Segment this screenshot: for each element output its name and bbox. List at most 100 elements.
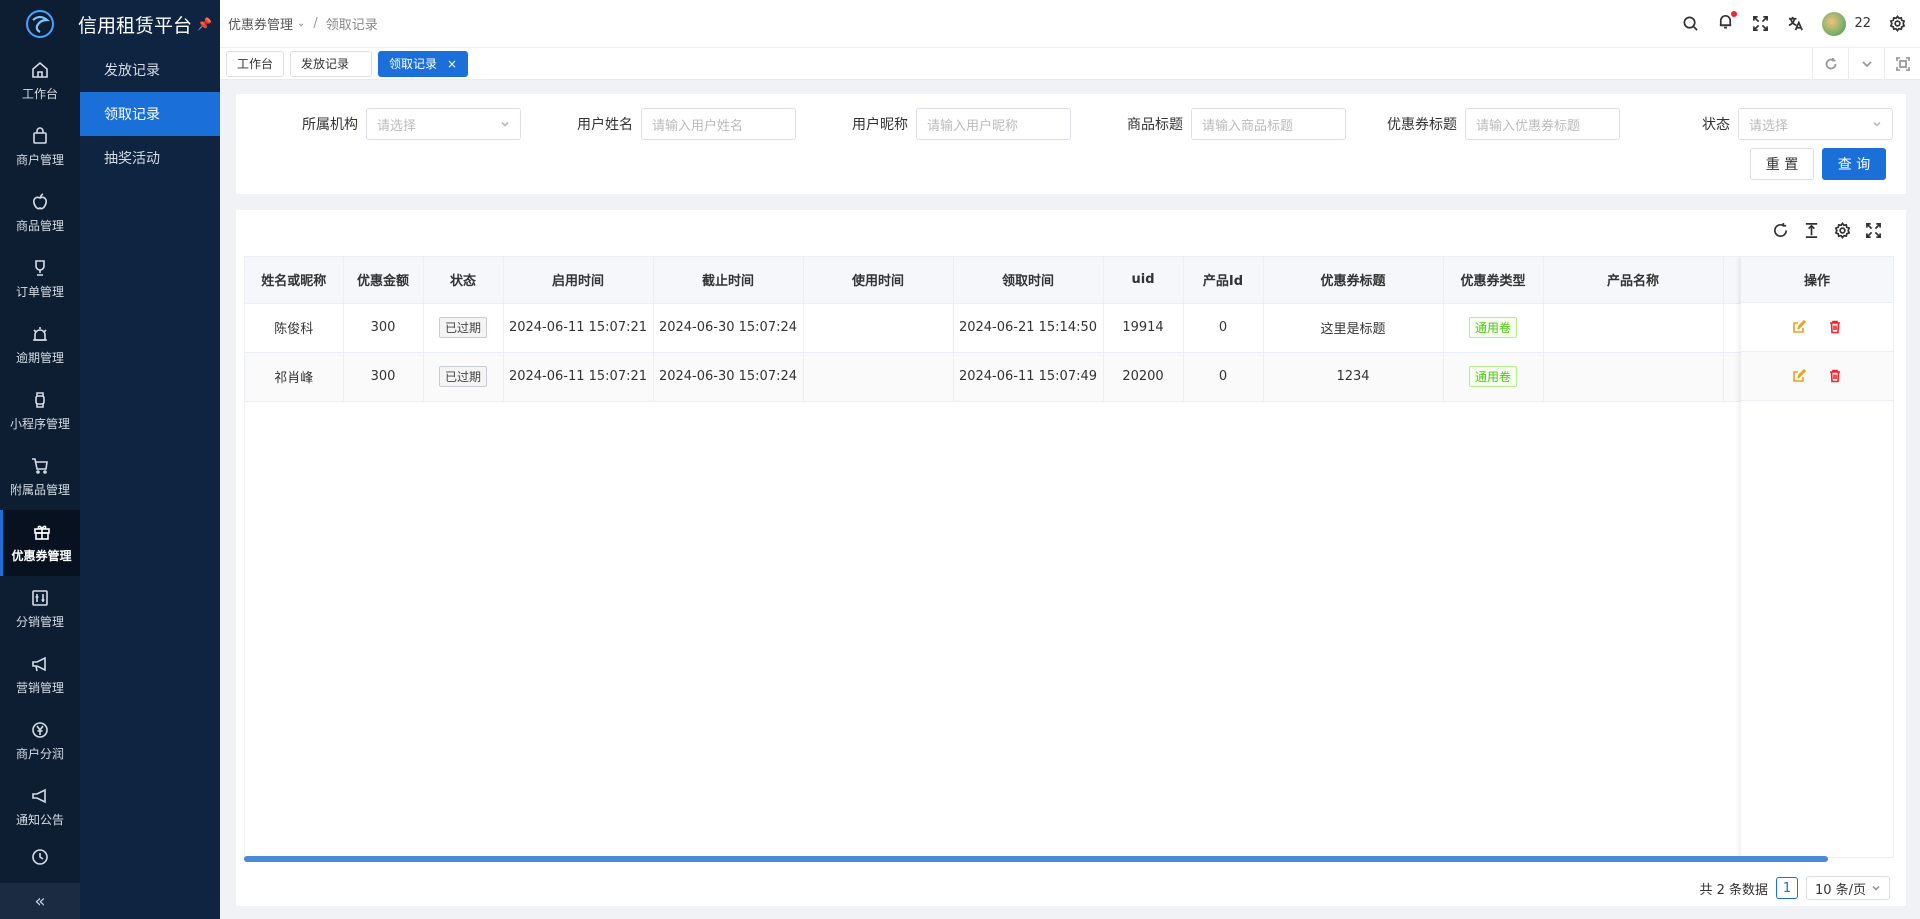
status-select[interactable]: 请选择 bbox=[1738, 108, 1893, 140]
tab-receive-records[interactable]: 领取记录 × bbox=[378, 50, 469, 77]
org-select[interactable]: 请选择 bbox=[366, 108, 521, 140]
logo bbox=[0, 0, 80, 48]
breadcrumb-parent[interactable]: 优惠券管理 bbox=[228, 14, 293, 33]
cell-product-name bbox=[1543, 303, 1724, 353]
settings-gear-icon[interactable] bbox=[1834, 222, 1851, 239]
reset-button[interactable]: 重 置 bbox=[1750, 148, 1814, 180]
rail-item-profit[interactable]: 商户分润 bbox=[0, 708, 80, 774]
rail-item-orders[interactable]: 订单管理 bbox=[0, 246, 80, 312]
collapse-sidebar-button[interactable]: « bbox=[0, 883, 80, 919]
rail-item-coupons[interactable]: 优惠券管理 bbox=[0, 510, 80, 576]
fullscreen-icon[interactable] bbox=[1865, 222, 1882, 239]
notice-icon bbox=[32, 788, 46, 803]
refresh-tab-button[interactable] bbox=[1812, 47, 1848, 80]
app-title: 信用租赁平台 bbox=[78, 14, 193, 37]
cell-amount: 300 bbox=[343, 352, 424, 402]
rail-item-workbench[interactable]: 工作台 bbox=[0, 48, 80, 114]
operations-column: 操作 bbox=[1741, 257, 1893, 857]
subnav-item-issue-records[interactable]: 发放记录 bbox=[80, 48, 220, 92]
column-header[interactable]: 状态 bbox=[423, 257, 504, 304]
rail-item-marketing[interactable]: 营销管理 bbox=[0, 642, 80, 708]
column-header[interactable]: uid bbox=[1103, 257, 1184, 304]
tab-workbench[interactable]: 工作台 bbox=[226, 50, 285, 77]
filter-panel: 所属机构 请选择 用户姓名 请输入用户姓名 用户昵称 请输入用户昵称 商品标题 … bbox=[236, 94, 1906, 194]
sub-sidebar: 信用租赁平台 📌 发放记录 领取记录 抽奖活动 bbox=[78, 0, 220, 919]
search-icon[interactable] bbox=[1682, 15, 1699, 32]
column-height-icon[interactable] bbox=[1803, 222, 1820, 239]
rail-item-accessories[interactable]: 附属品管理 bbox=[0, 444, 80, 510]
fullscreen-icon[interactable] bbox=[1752, 15, 1769, 32]
cell-uid: 20200 bbox=[1103, 352, 1184, 402]
table-row[interactable]: 陈俊科 300 已过期 2024-06-11 15:07:21 2024-06-… bbox=[245, 303, 1744, 353]
subnav-item-lottery[interactable]: 抽奖活动 bbox=[80, 136, 220, 180]
apple-icon bbox=[33, 192, 47, 209]
column-header[interactable]: 启用时间 bbox=[503, 257, 654, 304]
column-header[interactable]: 姓名或昵称 bbox=[245, 257, 344, 304]
coupon-title-input[interactable]: 请输入优惠券标题 bbox=[1465, 108, 1620, 140]
table-row[interactable]: 祁肖峰 300 已过期 2024-06-11 15:07:21 2024-06-… bbox=[245, 352, 1744, 402]
delete-icon[interactable] bbox=[1828, 369, 1842, 383]
user-name[interactable]: 22 bbox=[1854, 16, 1871, 31]
cell-status: 已过期 bbox=[423, 352, 504, 402]
edit-icon[interactable] bbox=[1792, 320, 1806, 334]
settings-gear-icon[interactable] bbox=[1889, 15, 1906, 32]
avatar[interactable] bbox=[1822, 11, 1847, 36]
pin-icon[interactable]: 📌 bbox=[197, 17, 212, 31]
table-panel: 姓名或昵称 优惠金额 状态 启用时间 截止时间 使用时间 领取时间 uid 产品… bbox=[236, 210, 1906, 906]
edit-icon[interactable] bbox=[1792, 369, 1806, 383]
alarm-icon bbox=[33, 326, 47, 341]
column-header[interactable]: 优惠金额 bbox=[343, 257, 424, 304]
column-header[interactable]: 使用时间 bbox=[803, 257, 954, 304]
column-header[interactable]: 领取时间 bbox=[953, 257, 1104, 304]
rail-item-overdue[interactable]: 逾期管理 bbox=[0, 312, 80, 378]
page-button-current[interactable]: 1 bbox=[1776, 877, 1798, 899]
cell-amount: 300 bbox=[343, 303, 424, 353]
product-title-input[interactable]: 请输入商品标题 bbox=[1191, 108, 1346, 140]
watch-icon bbox=[35, 391, 45, 408]
tab-menu-button[interactable] bbox=[1848, 47, 1884, 80]
records-table: 姓名或昵称 优惠金额 状态 启用时间 截止时间 使用时间 领取时间 uid 产品… bbox=[244, 256, 1894, 858]
tab-issue-records[interactable]: 发放记录 bbox=[290, 50, 373, 77]
tab-label: 领取记录 bbox=[389, 57, 438, 71]
cell-product-id: 0 bbox=[1183, 352, 1264, 402]
status-badge: 已过期 bbox=[438, 366, 487, 387]
chevron-down-icon bbox=[1861, 60, 1872, 67]
cell-used bbox=[803, 352, 954, 402]
column-header[interactable]: 优惠券类型 bbox=[1443, 257, 1544, 304]
username-input[interactable]: 请输入用户姓名 bbox=[641, 108, 796, 140]
chevron-down-icon bbox=[501, 121, 509, 127]
chevron-down-icon bbox=[1872, 885, 1880, 891]
tabs-bar: 工作台 发放记录 领取记录 × bbox=[220, 47, 1920, 80]
cart-icon bbox=[32, 457, 48, 474]
rail-item-miniprogram[interactable]: 小程序管理 bbox=[0, 378, 80, 444]
column-header[interactable]: 优惠券标题 bbox=[1263, 257, 1444, 304]
subnav-item-receive-records[interactable]: 领取记录 bbox=[80, 92, 220, 136]
cell-coupon-title: 1234 bbox=[1263, 352, 1444, 402]
cell-product-name bbox=[1543, 352, 1724, 402]
rail-item-more[interactable] bbox=[0, 840, 80, 880]
page-size-select[interactable]: 10 条/页 bbox=[1806, 876, 1890, 900]
trophy-icon bbox=[35, 259, 45, 276]
close-icon[interactable]: × bbox=[447, 57, 457, 71]
filter-nickname: 用户昵称 请输入用户昵称 bbox=[852, 108, 1071, 140]
rail-item-goods[interactable]: 商品管理 bbox=[0, 180, 80, 246]
column-header[interactable]: 产品名称 bbox=[1543, 257, 1724, 304]
translate-icon[interactable] bbox=[1787, 15, 1804, 32]
rail-item-merchant[interactable]: 商户管理 bbox=[0, 114, 80, 180]
status-badge: 已过期 bbox=[438, 317, 487, 338]
cell-coupon-title: 这里是标题 bbox=[1263, 303, 1444, 353]
filter-coupon-title-label: 优惠券标题 bbox=[1387, 117, 1457, 133]
horizontal-scrollbar[interactable] bbox=[244, 856, 1828, 862]
total-count: 共 2 条数据 bbox=[1699, 882, 1768, 898]
delete-icon[interactable] bbox=[1828, 320, 1842, 334]
refresh-icon[interactable] bbox=[1772, 222, 1789, 239]
rail-item-distribution[interactable]: 分销管理 bbox=[0, 576, 80, 642]
maximize-tab-button[interactable] bbox=[1884, 47, 1920, 80]
rail-item-notice[interactable]: 通知公告 bbox=[0, 774, 80, 840]
query-button[interactable]: 查 询 bbox=[1822, 148, 1886, 180]
filter-nickname-label: 用户昵称 bbox=[852, 117, 908, 133]
notification-button[interactable] bbox=[1717, 11, 1738, 34]
column-header[interactable]: 产品Id bbox=[1183, 257, 1264, 304]
column-header[interactable]: 截止时间 bbox=[653, 257, 804, 304]
nickname-input[interactable]: 请输入用户昵称 bbox=[916, 108, 1071, 140]
